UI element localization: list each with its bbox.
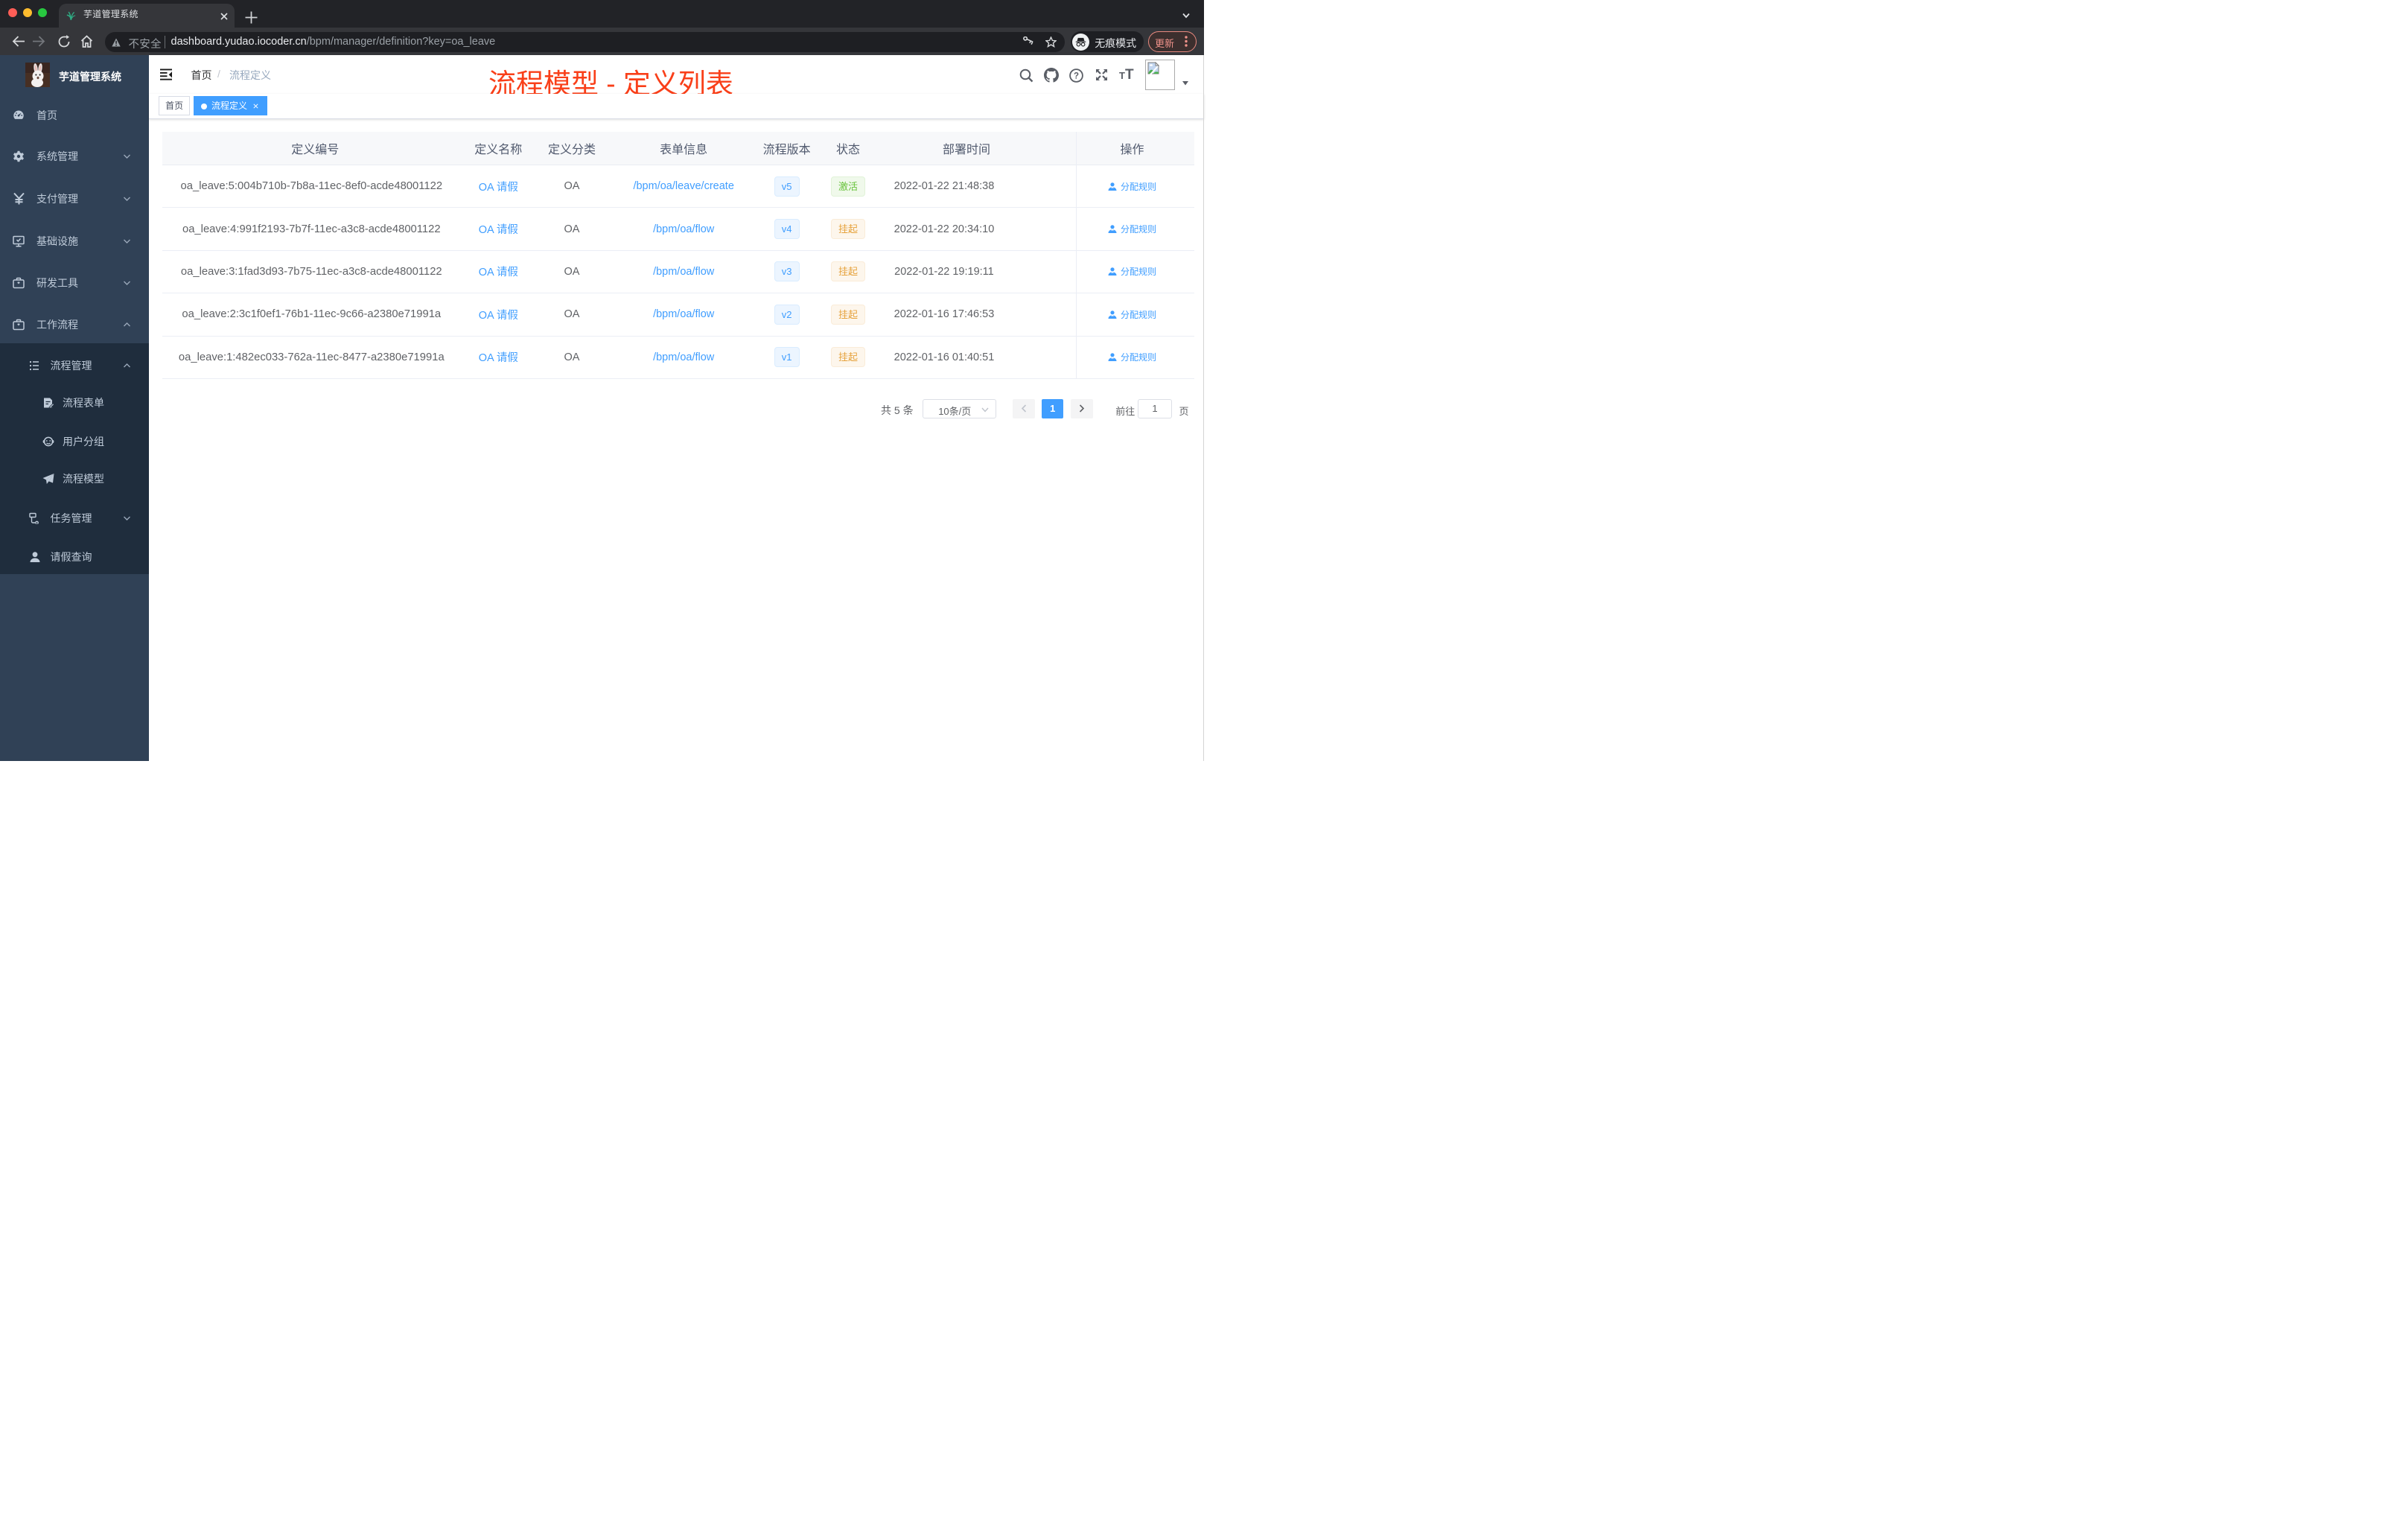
svg-text:?: ? <box>1073 71 1078 80</box>
